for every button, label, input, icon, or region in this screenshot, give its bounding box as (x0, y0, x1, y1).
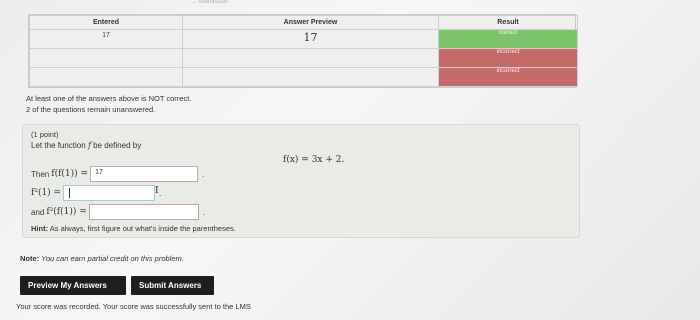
preview-cell (182, 47, 439, 68)
problem-intro: Let the function f be defined by (31, 141, 141, 150)
warning-line-2: 2 of the questions remain unanswered. (26, 105, 156, 114)
note-text: You can earn partial credit on this prob… (41, 254, 184, 263)
entered-cell: 17 (29, 28, 183, 49)
partial-credit-note: Note: You can earn partial credit on thi… (20, 254, 184, 263)
table-row: incorrect (29, 66, 578, 88)
answer-input-3[interactable] (88, 204, 199, 220)
preview-answers-button[interactable]: Preview My Answers (20, 276, 126, 295)
point-value: (1 point) (31, 130, 59, 139)
answer-input-2[interactable] (63, 185, 156, 201)
preview-cell (182, 66, 439, 88)
status-message: Your score was recorded. Your score was … (16, 302, 251, 311)
intro-prefix: Let the function (31, 141, 86, 150)
preview-cell: 17 (182, 28, 439, 49)
q1-math: f(f(1)) = (51, 169, 89, 179)
hint-text: As always, first figure out what's insid… (49, 224, 236, 233)
entered-cell (29, 47, 183, 68)
header-entered: Entered (29, 15, 183, 30)
entered-cell (29, 66, 183, 88)
results-table: Entered Answer Preview Result 17 17 corr… (28, 14, 578, 88)
table-row: incorrect (29, 47, 578, 68)
header-result: Result (438, 15, 578, 30)
warning-line-1: At least one of the answers above is NOT… (26, 94, 192, 103)
function-symbol: f (87, 141, 91, 150)
result-incorrect-badge: incorrect (438, 66, 578, 88)
note-label: Note: (20, 254, 40, 263)
result-incorrect-badge: incorrect (438, 47, 578, 68)
intro-suffix: be defined by (93, 141, 142, 150)
question-1: Then f(f(1)) = 17 . (31, 166, 204, 182)
q3-prefix: and (31, 207, 45, 217)
question-2: f²(1) = . (31, 185, 161, 201)
q1-prefix: Then (31, 169, 50, 179)
result-correct-badge: correct (438, 28, 578, 49)
top-cropped-text: ... submission (191, 0, 229, 5)
q2-math: f²(1) = (31, 188, 62, 198)
hint-label: Hint: (31, 224, 49, 233)
text-cursor (69, 188, 71, 198)
submit-answers-button[interactable]: Submit Answers (131, 276, 214, 295)
q3-math: f²(f(1)) = (46, 207, 87, 217)
table-row: 17 17 correct (29, 28, 578, 49)
header-preview: Answer Preview (182, 15, 439, 30)
answer-warning: At least one of the answers above is NOT… (26, 93, 191, 115)
problem-box: (1 point) Let the function f be defined … (22, 124, 580, 238)
answer-input-1[interactable]: 17 (90, 166, 199, 182)
function-definition: f(x) = 3x + 2. (283, 155, 345, 165)
ibeam-cursor-icon: I (155, 186, 159, 196)
question-3: and f²(f(1)) = . (31, 204, 205, 220)
hint: Hint: As always, first figure out what's… (31, 224, 236, 233)
